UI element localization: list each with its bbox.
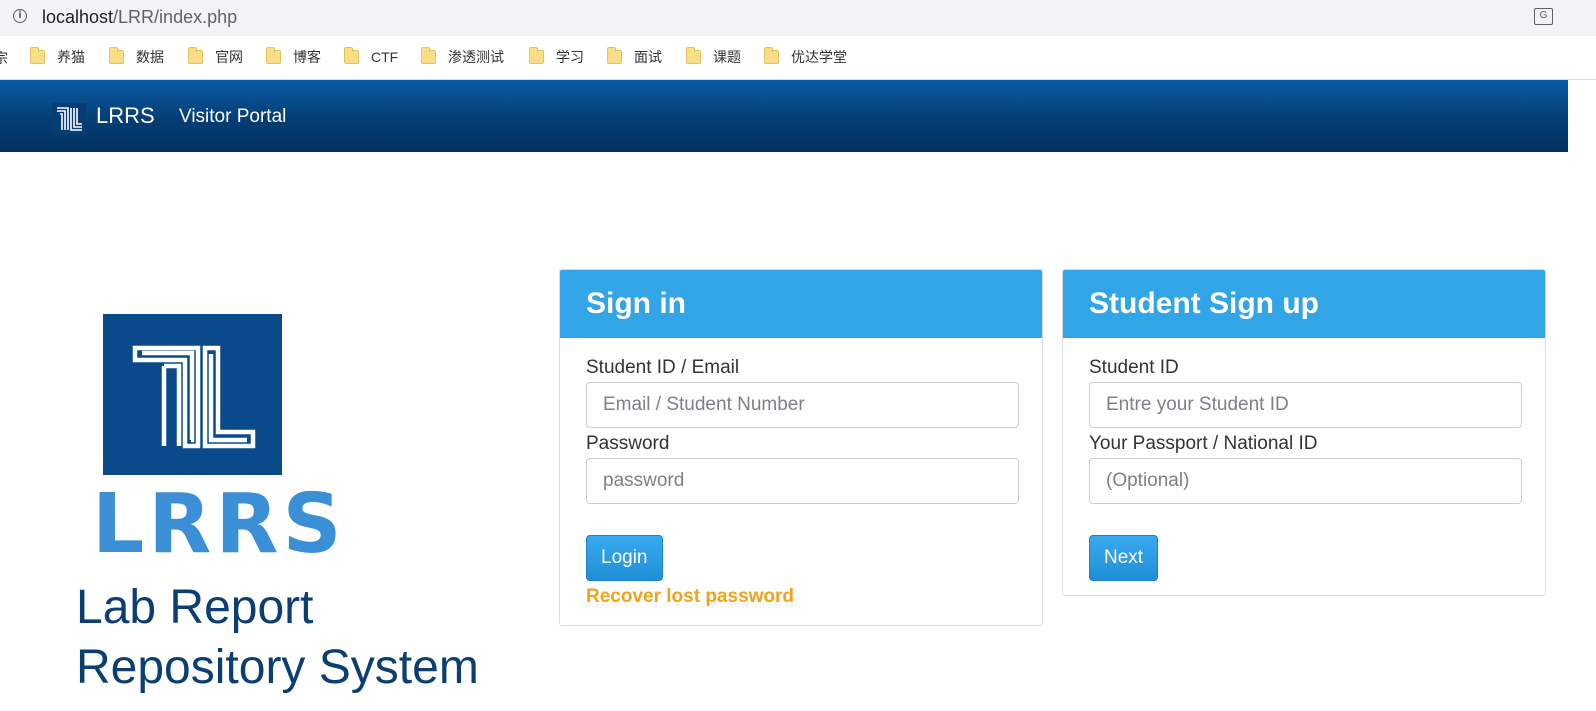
- student-id-email-label: Student ID / Email: [586, 357, 740, 378]
- bookmark-item-cut[interactable]: 宗: [0, 48, 8, 68]
- bookmark-item[interactable]: 优达学堂: [764, 47, 847, 67]
- folder-icon: [421, 47, 436, 64]
- folder-icon: [30, 47, 45, 64]
- bookmark-item[interactable]: 课题: [686, 47, 741, 67]
- signup-title: Student Sign up: [1063, 270, 1545, 338]
- bookmark-item[interactable]: 学习: [529, 47, 584, 67]
- lrrs-logo-wordmark: LRRS: [92, 477, 346, 572]
- brand-logo-icon[interactable]: [52, 103, 86, 135]
- student-id-email-input[interactable]: [586, 382, 1019, 428]
- scrollbar-track[interactable]: [1568, 80, 1596, 711]
- passport-input[interactable]: [1089, 458, 1522, 504]
- translate-icon[interactable]: G: [1534, 8, 1553, 25]
- site-tagline: Lab Report Repository System: [76, 578, 546, 698]
- signin-title: Sign in: [560, 270, 1042, 338]
- folder-icon: [109, 47, 124, 64]
- student-id-input[interactable]: [1089, 382, 1522, 428]
- bookmark-item[interactable]: 养猫: [30, 47, 85, 67]
- bookmark-label: 优达学堂: [791, 49, 847, 65]
- signin-panel: Sign in Student ID / Email Password Logi…: [559, 269, 1043, 626]
- bookmark-item[interactable]: 官网: [188, 47, 243, 67]
- bookmark-label: 面试: [634, 49, 662, 65]
- bookmark-item[interactable]: 博客: [266, 47, 321, 67]
- next-button[interactable]: Next: [1089, 535, 1159, 581]
- bookmark-label: 学习: [556, 49, 584, 65]
- bookmark-label: 官网: [215, 49, 243, 65]
- folder-icon: [266, 47, 281, 64]
- password-input[interactable]: [586, 458, 1019, 504]
- visitor-portal-link[interactable]: Visitor Portal: [179, 106, 286, 128]
- bookmark-label: 数据: [136, 49, 164, 65]
- folder-icon: [764, 47, 779, 64]
- bookmark-label: 养猫: [57, 49, 85, 65]
- bookmark-label: 博客: [293, 49, 321, 65]
- browser-address-bar[interactable]: i localhost/LRR/index.php G: [0, 0, 1596, 36]
- folder-icon: [686, 47, 701, 64]
- bookmark-item[interactable]: CTF: [344, 47, 398, 67]
- bookmark-label: 渗透测试: [448, 49, 504, 65]
- folder-icon: [344, 47, 359, 64]
- navbar-brand[interactable]: LRRS: [96, 103, 155, 129]
- tagline-line-2: Repository System: [76, 641, 479, 694]
- bookmark-label: 课题: [713, 49, 741, 65]
- url-host: localhost: [42, 7, 114, 27]
- folder-icon: [607, 47, 622, 64]
- bookmark-item[interactable]: 面试: [607, 47, 662, 67]
- lrrs-logo-icon: [103, 314, 282, 475]
- login-button[interactable]: Login: [586, 535, 663, 581]
- passport-label: Your Passport / National ID: [1089, 433, 1318, 454]
- bookmark-item[interactable]: 数据: [109, 47, 164, 67]
- bookmark-label: CTF: [371, 49, 399, 65]
- folder-icon: [529, 47, 544, 64]
- url-text[interactable]: localhost/LRR/index.php: [42, 7, 237, 28]
- student-id-label: Student ID: [1089, 357, 1179, 378]
- signup-panel: Student Sign up Student ID Your Passport…: [1062, 269, 1546, 596]
- site-info-icon[interactable]: i: [13, 9, 27, 23]
- url-path: /LRR/index.php: [113, 7, 238, 27]
- password-label: Password: [586, 433, 670, 454]
- tagline-line-1: Lab Report: [76, 581, 314, 634]
- recover-password-link[interactable]: Recover lost password: [586, 586, 794, 608]
- folder-icon: [188, 47, 203, 64]
- bookmark-item[interactable]: 渗透测试: [421, 47, 504, 67]
